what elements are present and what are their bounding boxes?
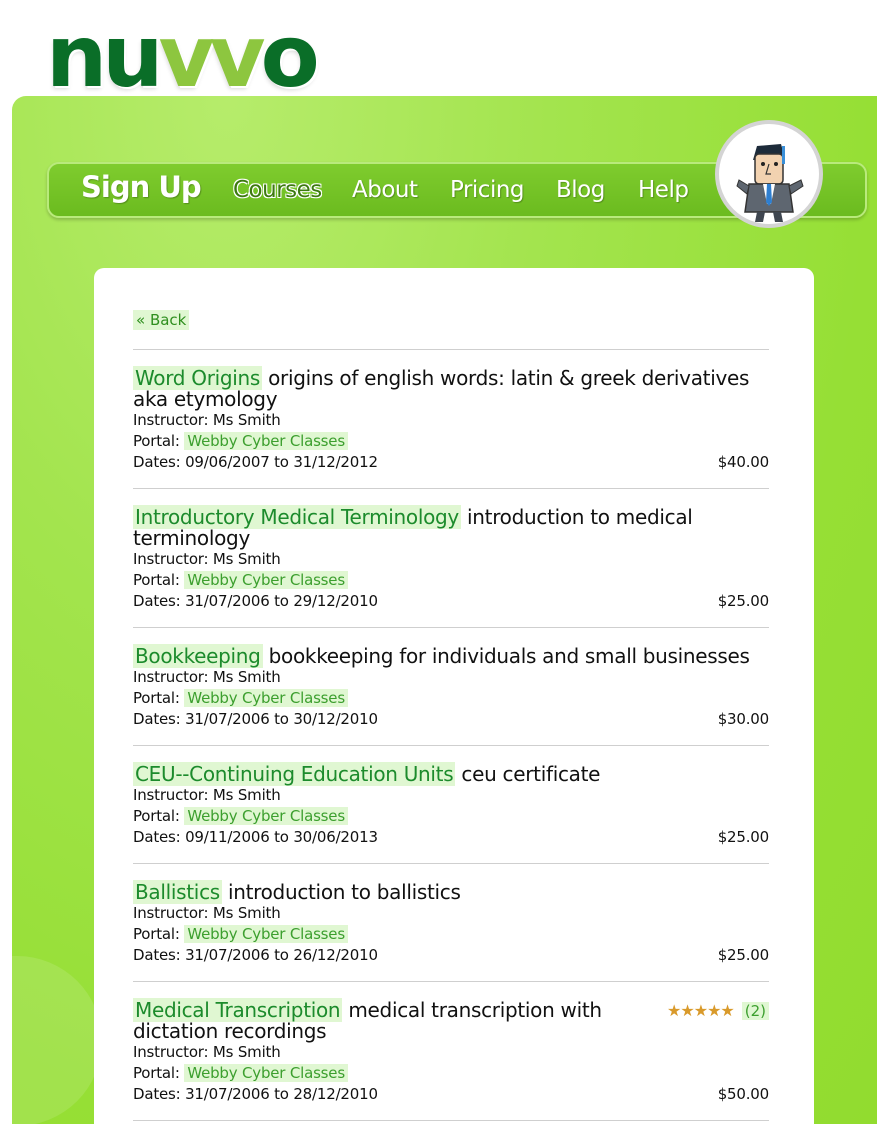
- course-dates: Dates: 31/07/2006 to 26/12/2010: [133, 946, 378, 964]
- course-title-link[interactable]: Bookkeeping: [133, 644, 263, 668]
- logo-part-1: nu: [46, 7, 163, 107]
- portal-label: Portal:: [133, 689, 180, 707]
- course-item: Bookkeeping bookkeeping for individuals …: [133, 644, 769, 730]
- divider: [133, 1120, 769, 1121]
- course-item: Word Origins origins of english words: l…: [133, 366, 769, 473]
- portal-label: Portal:: [133, 571, 180, 589]
- divider: [133, 488, 769, 489]
- course-dates-row: Dates: 31/07/2006 to 26/12/2010 $25.00: [133, 945, 769, 966]
- course-item: Medical Transcription medical transcript…: [133, 998, 769, 1105]
- course-heading: Introductory Medical Terminology introdu…: [133, 505, 769, 549]
- course-heading: Ballistics introduction to ballistics: [133, 880, 769, 904]
- course-dates: Dates: 09/11/2006 to 30/06/2013: [133, 828, 378, 846]
- logo-part-2: vv: [158, 7, 265, 107]
- nav-help[interactable]: Help: [638, 176, 689, 204]
- course-title-link[interactable]: Ballistics: [133, 880, 222, 904]
- course-portal: Portal: Webby Cyber Classes: [133, 924, 769, 945]
- course-dates: Dates: 31/07/2006 to 30/12/2010: [133, 710, 378, 728]
- nav-blog[interactable]: Blog: [556, 176, 605, 204]
- divider: [133, 863, 769, 864]
- portal-link[interactable]: Webby Cyber Classes: [184, 1064, 348, 1082]
- course-portal: Portal: Webby Cyber Classes: [133, 431, 769, 452]
- course-rating: ★★★★★ (2): [667, 1000, 769, 1022]
- course-instructor: Instructor: Ms Smith: [133, 904, 281, 922]
- divider: [133, 981, 769, 982]
- course-heading: Bookkeeping bookkeeping for individuals …: [133, 644, 769, 668]
- course-instructor: Instructor: Ms Smith: [133, 668, 281, 686]
- portal-link[interactable]: Webby Cyber Classes: [184, 432, 348, 450]
- course-dates: Dates: 31/07/2006 to 29/12/2010: [133, 592, 378, 610]
- course-portal: Portal: Webby Cyber Classes: [133, 1063, 769, 1084]
- nav-about[interactable]: About: [352, 176, 418, 204]
- course-heading: CEU--Continuing Education Units ceu cert…: [133, 762, 769, 786]
- course-price: $30.00: [717, 710, 769, 728]
- course-instructor: Instructor: Ms Smith: [133, 1043, 281, 1061]
- course-portal: Portal: Webby Cyber Classes: [133, 688, 769, 709]
- rating-count-link[interactable]: (2): [741, 1002, 769, 1020]
- course-portal: Portal: Webby Cyber Classes: [133, 806, 769, 827]
- course-instructor: Instructor: Ms Smith: [133, 411, 281, 429]
- portal-label: Portal:: [133, 432, 180, 450]
- course-dates-row: Dates: 09/06/2007 to 31/12/2012 $40.00: [133, 452, 769, 473]
- nav-pricing[interactable]: Pricing: [450, 176, 525, 204]
- course-dates-row: Dates: 31/07/2006 to 30/12/2010 $30.00: [133, 709, 769, 730]
- course-description: ceu certificate: [461, 762, 601, 786]
- course-price: $25.00: [717, 592, 769, 610]
- course-dates-row: Dates: 09/11/2006 to 30/06/2013 $25.00: [133, 827, 769, 848]
- course-dates-row: Dates: 31/07/2006 to 29/12/2010 $25.00: [133, 591, 769, 612]
- course-instructor: Instructor: Ms Smith: [133, 550, 281, 568]
- course-item: Introductory Medical Terminology introdu…: [133, 505, 769, 612]
- course-price: $25.00: [717, 946, 769, 964]
- course-price: $40.00: [717, 453, 769, 471]
- portal-link[interactable]: Webby Cyber Classes: [184, 689, 348, 707]
- course-portal: Portal: Webby Cyber Classes: [133, 570, 769, 591]
- course-dates: Dates: 09/06/2007 to 31/12/2012: [133, 453, 378, 471]
- nav-courses[interactable]: Courses: [233, 176, 322, 204]
- mascot-icon: [736, 144, 804, 222]
- portal-link[interactable]: Webby Cyber Classes: [184, 925, 348, 943]
- portal-label: Portal:: [133, 1064, 180, 1082]
- divider: [133, 745, 769, 746]
- rating-stars-icon: ★★★★★: [667, 1001, 735, 1020]
- course-heading: Word Origins origins of english words: l…: [133, 366, 769, 410]
- course-price: $50.00: [717, 1085, 769, 1103]
- logo-part-3: o: [260, 7, 320, 107]
- course-dates-row: Dates: 31/07/2006 to 28/12/2010 $50.00: [133, 1084, 769, 1105]
- nav-signup[interactable]: Sign Up: [81, 173, 202, 202]
- background-swoosh: [12, 956, 102, 1126]
- portal-link[interactable]: Webby Cyber Classes: [184, 571, 348, 589]
- divider: [133, 627, 769, 628]
- course-dates: Dates: 31/07/2006 to 28/12/2010: [133, 1085, 378, 1103]
- course-item: Ballistics introduction to ballistics In…: [133, 880, 769, 966]
- course-description: introduction to ballistics: [227, 880, 461, 904]
- back-link[interactable]: « Back: [133, 310, 190, 330]
- course-item: CEU--Continuing Education Units ceu cert…: [133, 762, 769, 848]
- portal-label: Portal:: [133, 925, 180, 943]
- mascot-avatar: [715, 120, 823, 228]
- portal-link[interactable]: Webby Cyber Classes: [184, 807, 348, 825]
- course-title-link[interactable]: CEU--Continuing Education Units: [133, 762, 456, 786]
- divider: [133, 349, 769, 350]
- portal-label: Portal:: [133, 807, 180, 825]
- nuvvo-logo[interactable]: nuvvo: [46, 14, 320, 100]
- course-instructor: Instructor: Ms Smith: [133, 786, 281, 804]
- course-description: bookkeeping for individuals and small bu…: [268, 644, 750, 668]
- course-price: $25.00: [717, 828, 769, 846]
